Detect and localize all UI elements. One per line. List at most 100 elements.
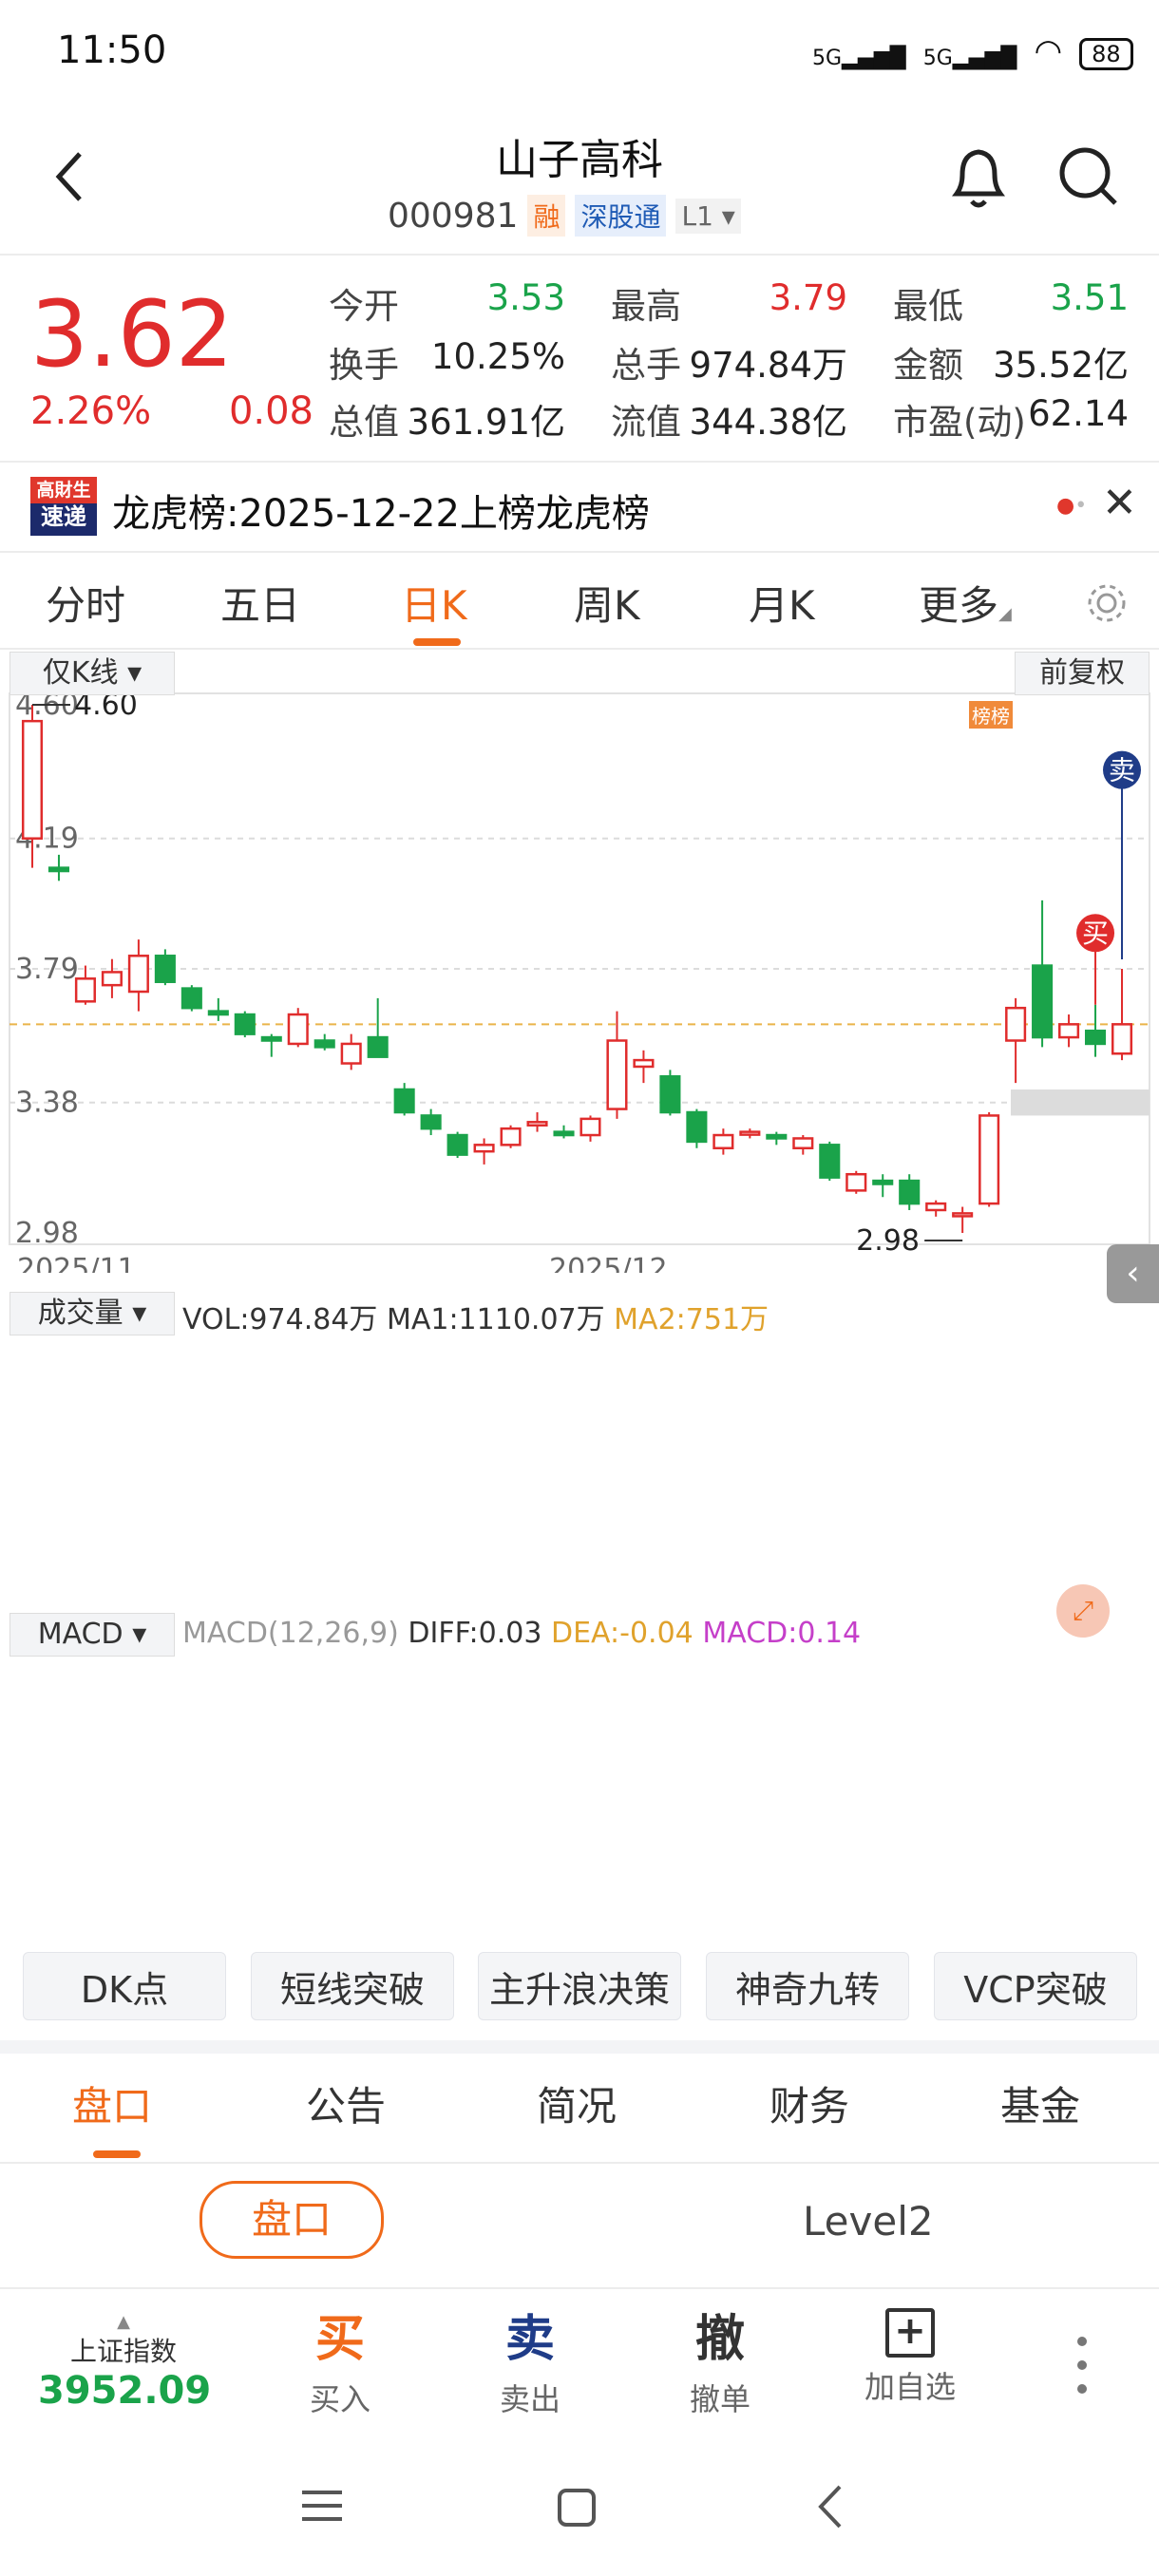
stat-value: 974.84万 [689, 345, 847, 386]
collapse-tab[interactable]: ‹ [1107, 1244, 1159, 1303]
candle-body [1058, 1023, 1080, 1039]
candle-body [1032, 964, 1054, 1039]
tab-more[interactable]: 更多◢ [919, 574, 1012, 632]
nav-menu-icon[interactable] [300, 2487, 344, 2525]
tab-profile[interactable]: 简况 [537, 2074, 617, 2132]
macd-mode-selector[interactable]: MACD ▾ [10, 1613, 175, 1657]
tab-financials[interactable]: 财务 [770, 2074, 849, 2132]
candle-body [74, 977, 96, 1003]
candle-body [633, 1058, 655, 1069]
sell-button[interactable]: 卖 卖出 [454, 2299, 606, 2419]
news-logo-bottom: 速递 [41, 503, 86, 530]
tab-weekly-k[interactable]: 周K [574, 574, 640, 632]
buy-label: 买入 [309, 2381, 370, 2417]
index-ticker[interactable]: ▲ 上证指数 3952.09 [38, 2312, 212, 2414]
settings-button[interactable] [1083, 579, 1130, 627]
level-selector[interactable]: L1 ▾ [675, 198, 741, 234]
active-tab-indicator [93, 2150, 141, 2158]
change-value: 0.08 [228, 389, 314, 433]
news-logo-top: 高財生 [30, 477, 97, 503]
add-watchlist-button[interactable]: + 加自选 [834, 2299, 986, 2407]
date-label: 2025/12 [549, 1253, 668, 1273]
chevron-left-icon: ‹ [1126, 1254, 1140, 1293]
active-tab-indicator [413, 638, 461, 646]
candle-body [712, 1133, 734, 1150]
caret-up-icon: ▲ [117, 2312, 130, 2332]
chip-vcp-breakout[interactable]: VCP突破 [934, 1952, 1137, 2020]
candle-body [101, 971, 123, 987]
stat-label: 最低 [893, 286, 963, 327]
signal-icon: 5G▂▄▆█ [922, 47, 1017, 70]
kline-y-tick: 2.98 [15, 1217, 79, 1250]
lhb-tag[interactable]: 榜榜 [969, 701, 1013, 729]
candle-body [1111, 1023, 1133, 1055]
candle-body [686, 1110, 708, 1144]
change-pct: 2.26% [30, 389, 152, 433]
search-button[interactable] [1054, 142, 1123, 211]
wifi-icon: ◠ [1034, 32, 1063, 70]
stat-label: 总值 [329, 402, 399, 443]
more-menu-icon[interactable] [1068, 2332, 1096, 2398]
chip-magic-nine[interactable]: 神奇九转 [706, 1952, 909, 2020]
candle-body [792, 1137, 814, 1150]
volume-mode-selector[interactable]: 成交量 ▾ [10, 1292, 175, 1335]
chip-main-wave[interactable]: 主升浪决策 [478, 1952, 681, 2020]
candle-body [287, 1013, 309, 1046]
tab-daily-k[interactable]: 日K [401, 574, 467, 632]
chip-dk-point[interactable]: DK点 [23, 1952, 226, 2020]
margin-badge: 融 [527, 195, 566, 237]
candle-body [420, 1114, 442, 1130]
index-value: 3952.09 [38, 2369, 212, 2413]
kline-y-tick: 3.38 [15, 1087, 79, 1120]
news-text: 龙虎榜:2025-12-22上榜龙虎榜 [112, 492, 650, 536]
signal-icon: 5G▂▄▆█ [812, 47, 906, 70]
subtab-level2[interactable]: Level2 [803, 2198, 934, 2245]
tab-announcements[interactable]: 公告 [306, 2074, 386, 2132]
stat-value: 3.53 [486, 277, 565, 318]
macd-legend: MACD(12,26,9) DIFF:0.03 DEA:-0.04 MACD:0… [182, 1617, 861, 1650]
kline-y-tick: 4.19 [15, 823, 79, 856]
candle-body [526, 1121, 548, 1127]
nav-home-icon[interactable] [556, 2487, 598, 2529]
stock-code: 000981 [388, 196, 519, 236]
add-watchlist-icon: + [834, 2299, 986, 2358]
kline-mode-selector[interactable]: 仅K线 ▾ [10, 652, 175, 695]
close-icon[interactable]: ✕ [1102, 479, 1137, 527]
tab-funds[interactable]: 基金 [1000, 2074, 1080, 2132]
cancel-order-label: 撤单 [689, 2381, 750, 2417]
status-time: 11:50 [57, 28, 167, 72]
nav-back-icon[interactable] [811, 2483, 849, 2530]
buy-button[interactable]: 买 买入 [264, 2299, 416, 2419]
stock-subtitle: 000981 融 深股通 L1 ▾ [388, 195, 741, 237]
stat-label: 换手 [329, 345, 399, 386]
news-dots-icon: ●• [1056, 494, 1088, 518]
candle-body [899, 1179, 921, 1205]
connect-badge: 深股通 [575, 195, 667, 237]
bell-button[interactable] [945, 141, 1012, 217]
candle-body [314, 1039, 335, 1049]
tab-monthly-k[interactable]: 月K [749, 574, 815, 632]
candle-body [367, 1035, 389, 1058]
news-banner[interactable]: 高財生 速递 龙虎榜:2025-12-22上榜龙虎榜 ●• ✕ [0, 465, 1159, 549]
fq-selector[interactable]: 前复权 [1015, 652, 1150, 695]
price-band [1011, 1089, 1150, 1116]
candle-body [21, 719, 44, 840]
stat-label: 今开 [329, 286, 399, 327]
candle-body [846, 1172, 867, 1192]
cancel-order-button[interactable]: 撤 撤单 [644, 2299, 796, 2419]
tab-order-book[interactable]: 盘口 [72, 2074, 152, 2132]
candle-body [473, 1144, 495, 1153]
candle-body [925, 1202, 947, 1212]
candle-body [580, 1117, 601, 1137]
stat-value: 35.52亿 [993, 345, 1129, 386]
search-icon [1059, 147, 1117, 205]
chevron-down-icon: ▾ [127, 656, 142, 690]
expand-icon[interactable]: ⤢ [1056, 1584, 1110, 1638]
battery-icon: 88 [1079, 38, 1133, 70]
tab-timeshare[interactable]: 分时 [46, 574, 125, 632]
cancel-order-icon: 撤 [694, 2311, 745, 2368]
subtab-order-book[interactable]: 盘口 [200, 2181, 384, 2259]
tab-five-day[interactable]: 五日 [220, 574, 300, 632]
stat-value: 344.38亿 [689, 402, 847, 443]
chip-short-breakout[interactable]: 短线突破 [251, 1952, 454, 2020]
